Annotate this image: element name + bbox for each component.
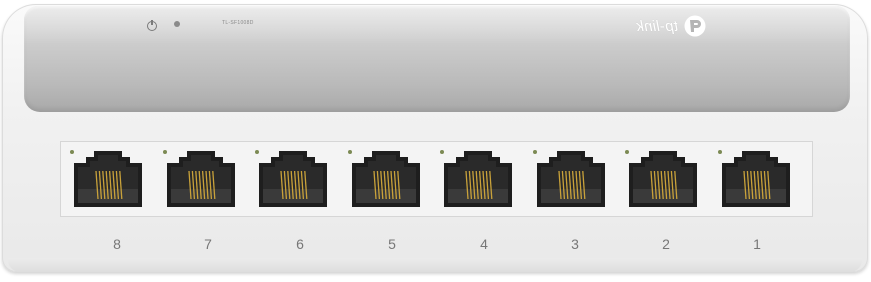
ethernet-port — [434, 141, 522, 217]
port-number-label: 8 — [113, 236, 121, 252]
port-number-label: 5 — [388, 236, 396, 252]
chassis-bottom-lip — [8, 258, 862, 272]
port-panel — [60, 141, 813, 217]
ethernet-port — [249, 141, 337, 217]
rj45-jack-icon — [259, 151, 327, 207]
ethernet-port — [527, 141, 615, 217]
ethernet-port — [619, 141, 707, 217]
brand-name: tp-link — [636, 17, 679, 35]
power-icon — [147, 20, 157, 31]
port-number-label: 4 — [480, 236, 488, 252]
tp-link-logo-mark-icon — [684, 15, 706, 37]
top-panel: TL-SF1008D tp-link — [24, 6, 850, 112]
port-number-label: 2 — [662, 236, 670, 252]
brand-logo: tp-link — [636, 14, 706, 38]
port-number-label: 6 — [296, 236, 304, 252]
rj45-jack-icon — [351, 151, 420, 207]
network-switch: TL-SF1008D tp-link 8 7 6 5 4 3 2 1 — [0, 0, 871, 282]
ethernet-port — [157, 141, 245, 217]
model-label: TL-SF1008D — [222, 20, 254, 26]
status-led — [174, 21, 180, 27]
ethernet-port — [342, 141, 430, 217]
rj45-jack-icon — [166, 151, 235, 207]
port-number-label: 3 — [571, 236, 579, 252]
port-number-label: 7 — [204, 236, 212, 252]
rj45-jack-icon — [444, 151, 512, 207]
rj45-jack-icon — [629, 151, 697, 207]
ethernet-port — [64, 141, 152, 217]
rj45-jack-icon — [536, 151, 605, 207]
ethernet-port — [712, 141, 800, 217]
port-number-label: 1 — [753, 236, 761, 252]
rj45-jack-icon — [721, 151, 790, 207]
rj45-jack-icon — [74, 151, 142, 207]
